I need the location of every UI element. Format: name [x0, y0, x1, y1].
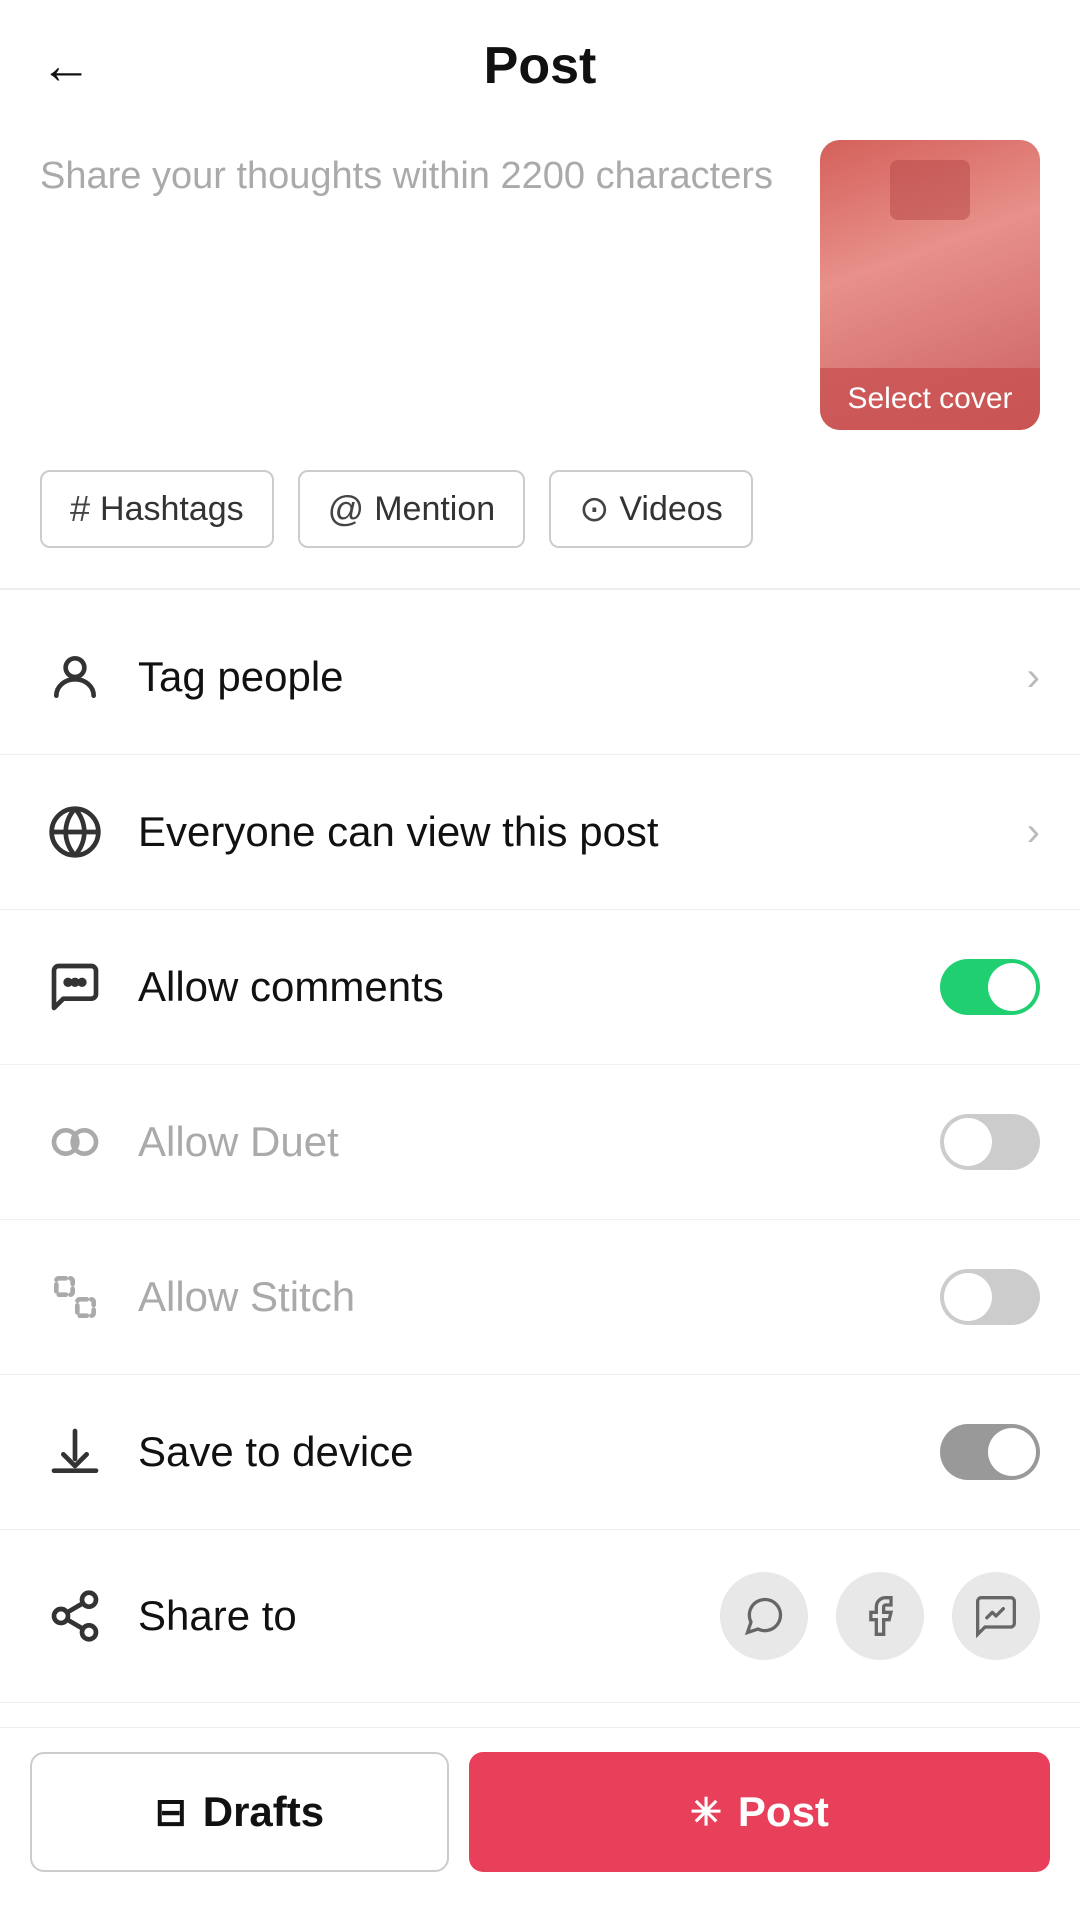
hashtag-icon: #: [70, 488, 90, 530]
post-icon: ✳: [690, 1790, 722, 1835]
videos-icon: ⊙: [579, 488, 609, 530]
page-title: Post: [484, 36, 597, 96]
mention-button[interactable]: @ Mention: [298, 470, 526, 548]
caption-input[interactable]: Share your thoughts within 2200 characte…: [40, 140, 790, 203]
view-privacy-label: Everyone can view this post: [138, 808, 1027, 856]
allow-stitch-right: [940, 1269, 1040, 1325]
tag-people-row[interactable]: Tag people ›: [0, 600, 1080, 755]
globe-icon: [40, 797, 110, 867]
allow-duet-label: Allow Duet: [138, 1118, 940, 1166]
allow-stitch-label: Allow Stitch: [138, 1273, 940, 1321]
share-to-right: [720, 1572, 1040, 1660]
allow-duet-row[interactable]: Allow Duet: [0, 1065, 1080, 1220]
share-icon: [40, 1581, 110, 1651]
toggle-knob: [988, 1428, 1036, 1476]
videos-button[interactable]: ⊙ Videos: [549, 470, 753, 548]
tag-people-chevron: ›: [1027, 655, 1040, 700]
header: ← Post: [0, 0, 1080, 120]
hashtags-button[interactable]: # Hashtags: [40, 470, 274, 548]
drafts-button[interactable]: ⊟ Drafts: [30, 1752, 449, 1872]
divider-top: [0, 588, 1080, 590]
allow-comments-right: [940, 959, 1040, 1015]
settings-list: Tag people › Everyone can view this post…: [0, 600, 1080, 1703]
download-icon: [40, 1417, 110, 1487]
allow-comments-toggle[interactable]: [940, 959, 1040, 1015]
toggle-knob: [944, 1273, 992, 1321]
allow-duet-toggle[interactable]: [940, 1114, 1040, 1170]
messenger-button[interactable]: [952, 1572, 1040, 1660]
allow-duet-right: [940, 1114, 1040, 1170]
allow-comments-row[interactable]: Allow comments: [0, 910, 1080, 1065]
toggle-knob: [944, 1118, 992, 1166]
stitch-icon: [40, 1262, 110, 1332]
mention-label: Mention: [374, 490, 495, 529]
save-device-right: [940, 1424, 1040, 1480]
drafts-label: Drafts: [203, 1788, 324, 1836]
post-label: Post: [738, 1788, 829, 1836]
back-button[interactable]: ←: [40, 40, 92, 92]
select-cover-label[interactable]: Select cover: [820, 368, 1040, 430]
share-to-label: Share to: [138, 1592, 720, 1640]
save-device-toggle[interactable]: [940, 1424, 1040, 1480]
post-button[interactable]: ✳ Post: [469, 1752, 1050, 1872]
tag-people-icon: [40, 642, 110, 712]
whatsapp-button[interactable]: [720, 1572, 808, 1660]
allow-stitch-toggle[interactable]: [940, 1269, 1040, 1325]
toggle-knob: [988, 963, 1036, 1011]
view-privacy-row[interactable]: Everyone can view this post ›: [0, 755, 1080, 910]
view-privacy-right: ›: [1027, 810, 1040, 855]
tag-people-label: Tag people: [138, 653, 1027, 701]
duet-icon: [40, 1107, 110, 1177]
save-device-label: Save to device: [138, 1428, 940, 1476]
view-privacy-chevron: ›: [1027, 810, 1040, 855]
tags-row: # Hashtags @ Mention ⊙ Videos: [0, 460, 1080, 578]
share-to-row[interactable]: Share to: [0, 1530, 1080, 1703]
save-device-row[interactable]: Save to device: [0, 1375, 1080, 1530]
allow-stitch-row[interactable]: Allow Stitch: [0, 1220, 1080, 1375]
mention-icon: @: [328, 488, 365, 530]
facebook-button[interactable]: [836, 1572, 924, 1660]
caption-area: Share your thoughts within 2200 characte…: [0, 120, 1080, 460]
hashtags-label: Hashtags: [100, 490, 244, 529]
comments-icon: [40, 952, 110, 1022]
drafts-icon: ⊟: [155, 1790, 187, 1835]
videos-label: Videos: [619, 490, 722, 529]
bottom-bar: ⊟ Drafts ✳ Post: [0, 1727, 1080, 1920]
allow-comments-label: Allow comments: [138, 963, 940, 1011]
tag-people-right: ›: [1027, 655, 1040, 700]
cover-thumbnail[interactable]: Select cover: [820, 140, 1040, 430]
